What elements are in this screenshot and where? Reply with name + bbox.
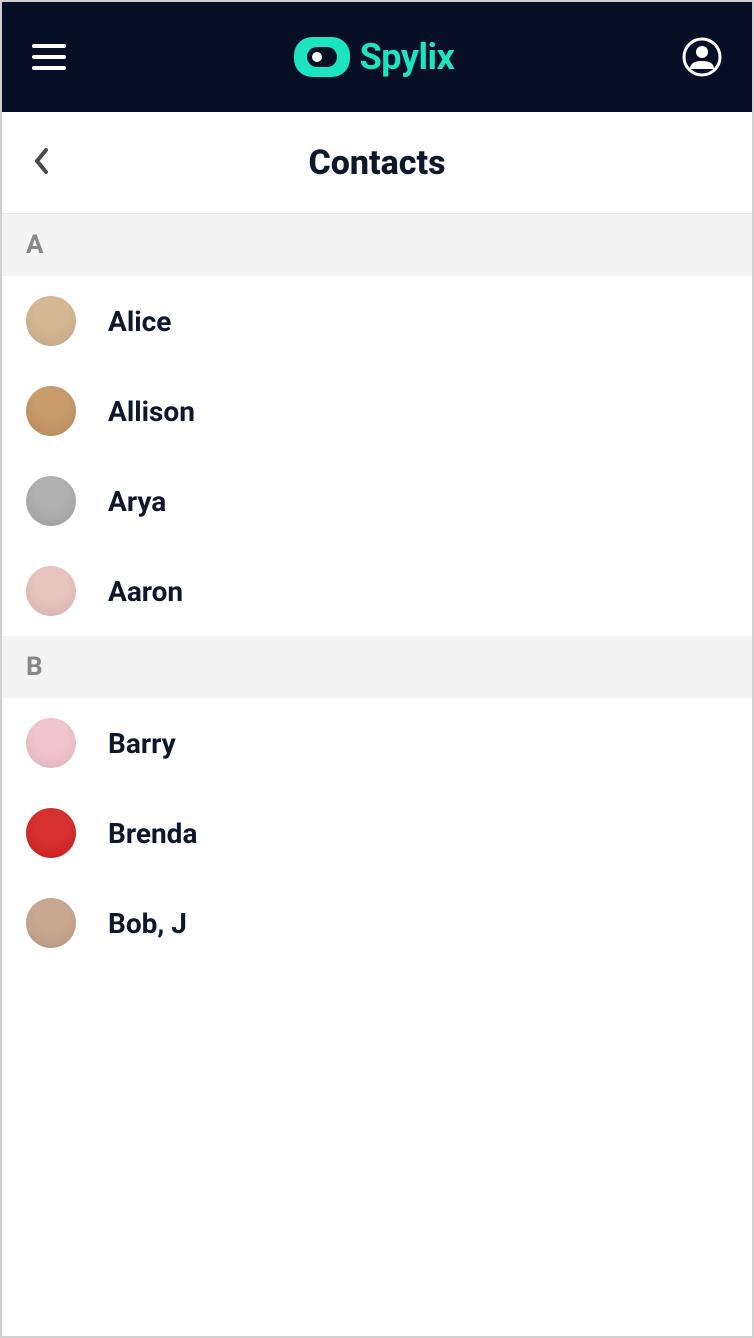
contact-item[interactable]: Allison (2, 366, 752, 456)
avatar (26, 566, 76, 616)
app-header: Spylix (2, 2, 752, 112)
contact-item[interactable]: Brenda (2, 788, 752, 878)
app-logo: Spylix (294, 36, 455, 78)
avatar (26, 898, 76, 948)
contact-item[interactable]: Barry (2, 698, 752, 788)
logo-text: Spylix (360, 36, 455, 78)
contact-name: Aaron (108, 575, 183, 608)
avatar (26, 718, 76, 768)
avatar (26, 296, 76, 346)
contact-item[interactable]: Arya (2, 456, 752, 546)
avatar (26, 476, 76, 526)
contact-name: Arya (108, 485, 166, 518)
section-header-a: A (2, 214, 752, 276)
contact-name: Bob, J (108, 907, 187, 940)
avatar (26, 386, 76, 436)
contact-name: Alice (108, 305, 171, 338)
contact-name: Barry (108, 727, 176, 760)
contacts-list: A Alice Allison Arya Aaron B Barry Brend… (2, 214, 752, 1336)
page-title: Contacts (2, 143, 752, 183)
contact-item[interactable]: Aaron (2, 546, 752, 636)
title-bar: Contacts (2, 112, 752, 214)
profile-icon[interactable] (682, 37, 722, 77)
contact-item[interactable]: Bob, J (2, 878, 752, 968)
contact-name: Brenda (108, 817, 197, 850)
back-icon[interactable] (32, 146, 50, 180)
contact-name: Allison (108, 395, 195, 428)
avatar (26, 808, 76, 858)
logo-icon (294, 37, 350, 77)
contact-item[interactable]: Alice (2, 276, 752, 366)
hamburger-menu-icon[interactable] (32, 44, 66, 70)
section-header-b: B (2, 636, 752, 698)
